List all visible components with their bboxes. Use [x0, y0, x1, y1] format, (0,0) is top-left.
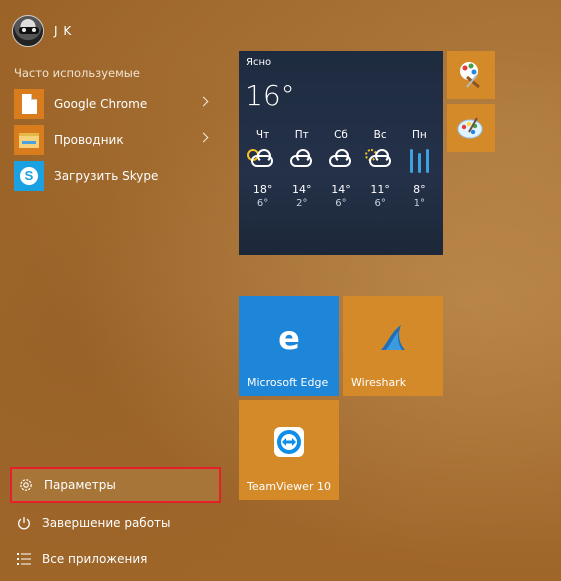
paint-tile[interactable]: [447, 51, 495, 99]
weather-condition: Ясно: [246, 57, 272, 68]
shutdown-button[interactable]: Завершение работы: [10, 505, 221, 541]
paint-icon: [460, 62, 480, 89]
partly-cloudy-icon: [243, 147, 282, 177]
user-account-button[interactable]: J K: [12, 13, 72, 49]
forecast-high: 18°: [252, 183, 273, 196]
chrome-icon: [14, 89, 44, 119]
forecast-high: 8°: [413, 183, 426, 196]
list-icon: [16, 551, 32, 567]
app-item-skype[interactable]: S Загрузить Skype: [14, 160, 219, 192]
forecast-day: Вс 11° 6°: [361, 129, 400, 209]
teamviewer-icon: [274, 427, 304, 457]
app-item-explorer[interactable]: Проводник: [14, 124, 219, 156]
forecast-high: 11°: [370, 183, 390, 196]
power-icon: [16, 515, 32, 531]
all-apps-label: Все приложения: [42, 552, 148, 566]
shutdown-label: Завершение работы: [42, 516, 171, 530]
forecast-low: 6°: [335, 198, 347, 209]
cloudy-icon: [321, 147, 360, 177]
chevron-right-icon[interactable]: [198, 96, 209, 107]
all-apps-button[interactable]: Все приложения: [10, 541, 221, 577]
user-name: J K: [54, 24, 73, 38]
forecast-day-name: Сб: [334, 129, 348, 141]
forecast-day-name: Чт: [255, 129, 270, 141]
teamviewer-tile[interactable]: TeamViewer 10: [239, 400, 339, 500]
settings-label: Параметры: [44, 478, 116, 492]
avatar: [12, 15, 44, 47]
weather-tile[interactable]: Ясно 16° Чт 18° 6° Пт 14° 2° Сб 14° 6° В…: [239, 51, 443, 255]
app-label: Google Chrome: [54, 97, 148, 111]
file-explorer-icon: [14, 125, 44, 155]
settings-button[interactable]: Параметры: [10, 467, 221, 503]
wireshark-fin-icon: [381, 325, 405, 350]
gear-icon: [18, 477, 34, 493]
app-label: Загрузить Skype: [54, 169, 159, 183]
forecast-day-name: Пт: [294, 129, 309, 141]
forecast-day: Пн 8° 1°: [400, 129, 439, 209]
wireshark-tile[interactable]: Wireshark: [343, 296, 443, 396]
edge-tile[interactable]: e Microsoft Edge: [239, 296, 339, 396]
most-used-header: Часто используемые: [14, 66, 140, 80]
svg-text:e: e: [278, 322, 300, 354]
forecast-low: 2°: [296, 198, 308, 209]
forecast-high: 14°: [292, 183, 312, 196]
tile-label: Wireshark: [351, 376, 407, 389]
forecast-day-name: Пн: [411, 129, 427, 141]
tile-label: TeamViewer 10: [247, 480, 331, 493]
skype-icon: S: [14, 161, 44, 191]
app-label: Проводник: [54, 133, 124, 147]
forecast-day: Пт 14° 2°: [282, 129, 321, 209]
weather-temperature: 16°: [245, 79, 295, 112]
edge-icon: e: [278, 322, 300, 354]
forecast-low: 6°: [374, 198, 386, 209]
cloudy-icon: [282, 147, 321, 177]
tile-label: Microsoft Edge: [247, 376, 329, 389]
paint-3d-tile[interactable]: [447, 104, 495, 152]
weather-forecast: Чт 18° 6° Пт 14° 2° Сб 14° 6° Вс 11° 6° …: [243, 129, 439, 209]
forecast-low: 6°: [256, 198, 269, 209]
app-item-chrome[interactable]: Google Chrome: [14, 88, 219, 120]
showers-icon: [361, 147, 400, 177]
chevron-right-icon[interactable]: [198, 132, 209, 143]
forecast-day-name: Вс: [373, 129, 387, 141]
forecast-day: Сб 14° 6°: [321, 129, 360, 209]
forecast-low: 1°: [413, 198, 426, 209]
palette-icon: [457, 117, 483, 139]
forecast-day: Чт 18° 6°: [243, 129, 282, 209]
forecast-high: 14°: [331, 183, 351, 196]
rain-icon: [400, 147, 439, 177]
